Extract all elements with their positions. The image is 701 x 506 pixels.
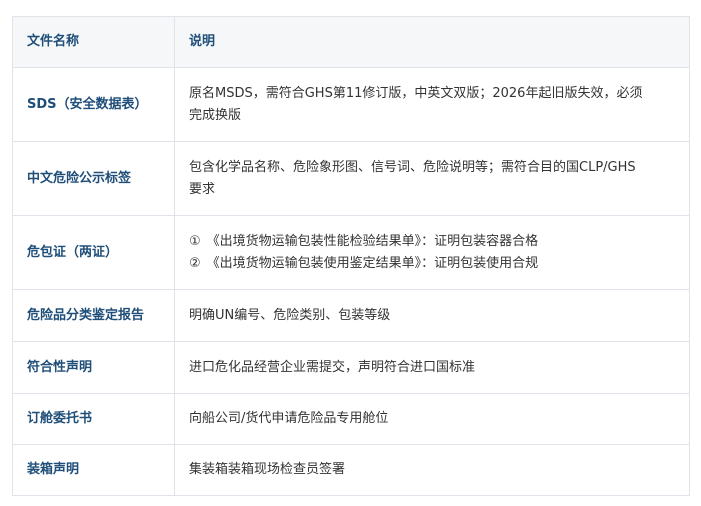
document-table: 文件名称 说明 SDS（安全数据表） 原名MSDS，需符合GHS第11修订版，中… (12, 16, 690, 496)
row-description: 进口危化品经营企业需提交，声明符合进口国标准 (174, 341, 690, 394)
row-file-name: 危险品分类鉴定报告 (12, 289, 175, 342)
description-line: 包含化学品名称、危险象形图、信号词、危险说明等；需符合目的国CLP/GHS (189, 159, 636, 175)
table-row: SDS（安全数据表） 原名MSDS，需符合GHS第11修订版，中英文双版；202… (12, 67, 690, 142)
row-description: ① 《出境货物运输包装性能检验结果单》：证明包装容器合格 ② 《出境货物运输包装使用… (174, 215, 690, 290)
row-file-name: 装箱声明 (12, 444, 175, 496)
table-row: 符合性声明 进口危化品经营企业需提交，声明符合进口国标准 (12, 341, 690, 394)
table-row: 中文危险公示标签 包含化学品名称、危险象形图、信号词、危险说明等；需符合目的国C… (12, 141, 690, 216)
table-row: 危包证（两证） ① 《出境货物运输包装性能检验结果单》：证明包装容器合格 ② 《出境… (12, 215, 690, 290)
row-description: 明确UN编号、危险类别、包装等级 (174, 289, 690, 342)
description-line: 完成换版 (189, 107, 242, 123)
description-list-item: ② 《出境货物运输包装使用鉴定结果单》：证明包装使用合规 (189, 253, 675, 275)
description-line: 原名MSDS，需符合GHS第11修订版，中英文双版；2026年起旧版失效，必须 (189, 85, 643, 101)
row-file-name: 符合性声明 (12, 341, 175, 394)
row-description: 原名MSDS，需符合GHS第11修订版，中英文双版；2026年起旧版失效，必须 … (174, 67, 690, 142)
row-description: 包含化学品名称、危险象形图、信号词、危险说明等；需符合目的国CLP/GHS 要求 (174, 141, 690, 216)
circled-number-marker: ② (189, 255, 201, 271)
description-item-text: 《出境货物运输包装性能检验结果单》：证明包装容器合格 (206, 233, 539, 249)
row-description: 集装箱装箱现场检查员签署 (174, 444, 690, 496)
description-item-text: 《出境货物运输包装使用鉴定结果单》：证明包装使用合规 (206, 255, 539, 271)
table-row: 装箱声明 集装箱装箱现场检查员签署 (12, 444, 690, 496)
header-description: 说明 (174, 16, 690, 68)
row-file-name: 订舱委托书 (12, 393, 175, 445)
table-row: 订舱委托书 向船公司/货代申请危险品专用舱位 (12, 393, 690, 445)
description-line: 要求 (189, 181, 216, 197)
table-header-row: 文件名称 说明 (12, 16, 690, 68)
description-list-item: ① 《出境货物运输包装性能检验结果单》：证明包装容器合格 (189, 231, 675, 253)
row-file-name: 危包证（两证） (12, 215, 175, 290)
circled-number-marker: ① (189, 233, 201, 249)
row-file-name: 中文危险公示标签 (12, 141, 175, 216)
row-file-name: SDS（安全数据表） (12, 67, 175, 142)
row-description: 向船公司/货代申请危险品专用舱位 (174, 393, 690, 445)
header-file-name: 文件名称 (12, 16, 175, 68)
table-row: 危险品分类鉴定报告 明确UN编号、危险类别、包装等级 (12, 289, 690, 342)
